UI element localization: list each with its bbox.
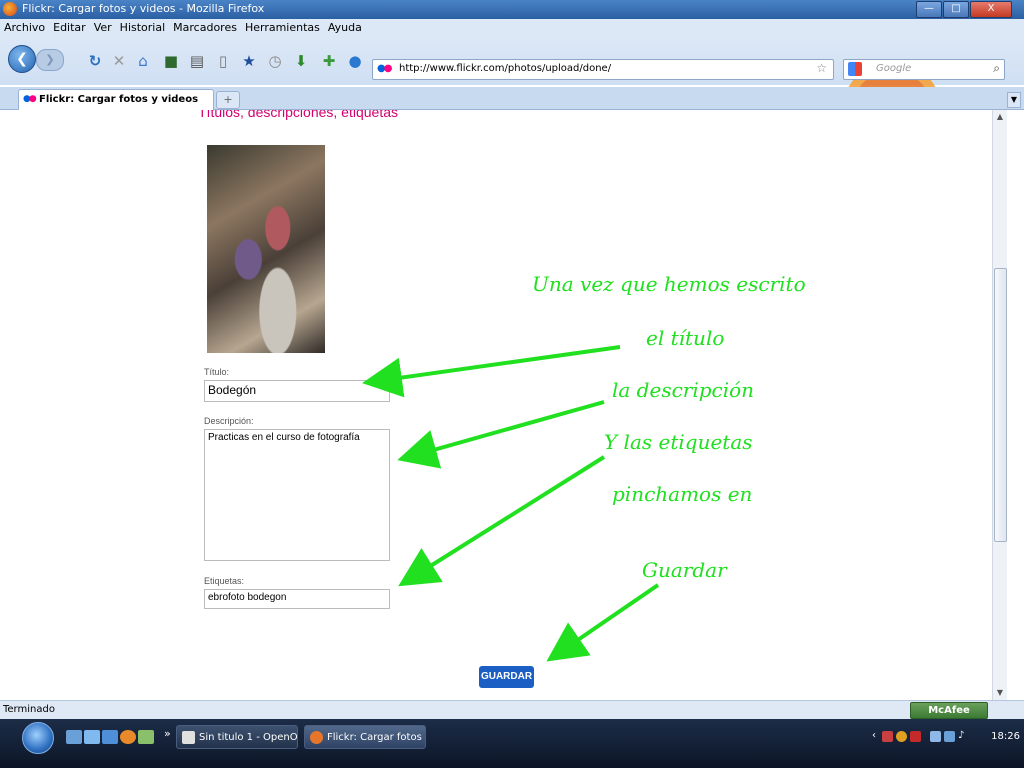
new-tab-button[interactable]: +: [216, 91, 240, 109]
menu-bar: Archivo Editar Ver Historial Marcadores Herra…: [0, 19, 1024, 37]
arrow-to-descripcion: [397, 400, 605, 469]
tab-flickr[interactable]: ●● Flickr: Cargar fotos y videos: [18, 89, 214, 110]
tray-network-icon[interactable]: [944, 731, 955, 742]
scroll-up-icon[interactable]: ▲: [993, 110, 1007, 124]
task-openoffice-label: Sin titulo 1 - OpenO...: [199, 732, 298, 743]
quicklaunch-ie-icon[interactable]: [84, 730, 100, 744]
chat-icon[interactable]: ●: [346, 52, 364, 70]
openoffice-icon: [182, 731, 195, 744]
add-icon[interactable]: ✚: [320, 52, 338, 70]
quicklaunch-overflow[interactable]: »: [164, 727, 171, 740]
status-bar: Terminado McAfee: [0, 700, 1024, 719]
print-icon[interactable]: ▤: [188, 52, 206, 70]
url-bar[interactable]: ●● http://www.flickr.com/photos/upload/d…: [372, 59, 834, 80]
annotation-line-4: Y las etiquetas: [604, 430, 753, 454]
addon-icon[interactable]: ■: [162, 52, 180, 70]
window-controls: — □ X: [915, 1, 1012, 18]
search-icon[interactable]: ⌕: [993, 61, 1000, 76]
menu-archivo[interactable]: Archivo: [0, 19, 49, 37]
system-tray: ‹ ♪ 18:26: [868, 725, 1024, 749]
taskbar: » Sin titulo 1 - OpenO... Flickr: Cargar…: [0, 719, 1024, 768]
tray-volume-icon[interactable]: ♪: [958, 730, 964, 741]
scroll-thumb[interactable]: [994, 268, 1007, 542]
stop-icon[interactable]: ✕: [110, 52, 128, 70]
annotation-line-2: el título: [646, 326, 725, 350]
search-bar[interactable]: Google ⌕: [843, 59, 1005, 80]
menu-historial[interactable]: Historial: [116, 19, 169, 37]
search-placeholder: Google: [876, 63, 912, 74]
home-icon[interactable]: ⌂: [134, 52, 152, 70]
bookmarks-icon[interactable]: ★: [240, 52, 258, 70]
bookmark-star-icon[interactable]: ☆: [816, 61, 827, 75]
minimize-button[interactable]: —: [916, 1, 942, 18]
mcafee-badge[interactable]: McAfee: [910, 702, 988, 719]
menu-herramientas[interactable]: Herramientas: [241, 19, 324, 37]
tray-security-icon[interactable]: [882, 731, 893, 742]
navigation-toolbar: ❮ ❯ ↻ ✕ ⌂ ■ ▤ ▯ ★ ◷ ⬇ ✚ ● ●● http://www.…: [0, 37, 1024, 143]
maximize-button[interactable]: □: [943, 1, 969, 18]
menu-ver[interactable]: Ver: [90, 19, 116, 37]
task-firefox-label: Flickr: Cargar fotos ...: [327, 732, 426, 743]
close-button[interactable]: X: [970, 1, 1012, 18]
history-icon[interactable]: ◷: [266, 52, 284, 70]
tray-expand-icon[interactable]: ‹: [872, 730, 876, 741]
page-icon[interactable]: ▯: [214, 52, 232, 70]
task-openoffice[interactable]: Sin titulo 1 - OpenO...: [176, 725, 298, 749]
show-desktop-icon[interactable]: [66, 730, 82, 744]
annotation-line-6: Guardar: [642, 558, 727, 582]
window-titlebar: Flickr: Cargar fotos y videos - Mozilla …: [0, 0, 1024, 19]
menu-editar[interactable]: Editar: [49, 19, 90, 37]
start-button[interactable]: [22, 722, 54, 754]
firefox-icon: [3, 2, 17, 16]
annotation-line-1: Una vez que hemos escrito: [532, 272, 806, 296]
firefox-task-icon: [310, 731, 323, 744]
annotation-line-3: la descripción: [612, 378, 755, 402]
vertical-scrollbar[interactable]: ▲ ▼: [992, 110, 1007, 700]
task-firefox[interactable]: Flickr: Cargar fotos ...: [304, 725, 426, 749]
annotation-arrows: [362, 345, 660, 662]
tab-bar: ●● Flickr: Cargar fotos y videos + ▼: [0, 87, 1024, 110]
scroll-down-icon[interactable]: ▼: [993, 686, 1007, 700]
annotation-line-5: pinchamos en: [612, 482, 753, 506]
quicklaunch-app-icon[interactable]: [138, 730, 154, 744]
page-content: Títulos, descripciones, etiquetas Título…: [0, 110, 992, 700]
tray-mcafee-icon[interactable]: [910, 731, 921, 742]
arrow-to-etiquetas: [398, 455, 606, 587]
tab-list-icon[interactable]: ▼: [1007, 92, 1021, 108]
forward-button[interactable]: ❯: [36, 49, 64, 71]
arrow-to-titulo: [362, 345, 621, 398]
google-icon: [848, 62, 862, 76]
flickr-favicon: ●●: [377, 63, 392, 74]
tray-app-icon[interactable]: [896, 731, 907, 742]
back-button[interactable]: ❮: [8, 45, 36, 73]
download-icon[interactable]: ⬇: [292, 52, 310, 70]
tray-clock[interactable]: 18:26: [991, 731, 1020, 742]
menu-ayuda[interactable]: Ayuda: [324, 19, 366, 37]
tab-favicon: ●●: [23, 94, 37, 104]
tray-device-icon[interactable]: [930, 731, 941, 742]
window-title: Flickr: Cargar fotos y videos - Mozilla …: [22, 2, 265, 15]
url-text: http://www.flickr.com/photos/upload/done…: [399, 63, 612, 74]
status-text: Terminado: [3, 704, 55, 715]
arrow-to-guardar: [546, 583, 660, 662]
quicklaunch-window-icon[interactable]: [102, 730, 118, 744]
menu-marcadores[interactable]: Marcadores: [169, 19, 241, 37]
tab-label: Flickr: Cargar fotos y videos: [39, 94, 199, 105]
quicklaunch-firefox-icon[interactable]: [120, 730, 136, 744]
reload-icon[interactable]: ↻: [86, 52, 104, 70]
